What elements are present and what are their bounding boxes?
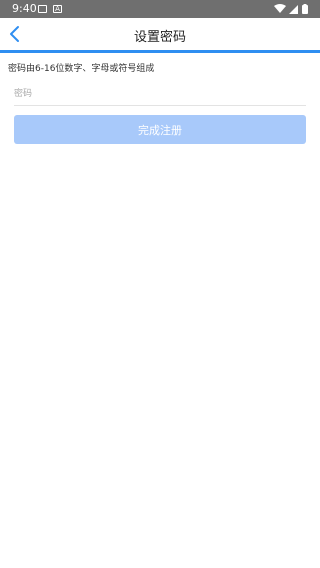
app-bar: 设置密码 (0, 18, 320, 50)
wifi-icon (274, 4, 286, 13)
status-time: 9:40 (12, 2, 37, 15)
battery-icon (302, 5, 308, 14)
status-bar: 9:40 (0, 0, 320, 18)
header-accent-divider (0, 50, 320, 53)
status-indicators (274, 4, 308, 14)
font-icon (53, 5, 62, 13)
password-input[interactable] (14, 82, 306, 106)
password-hint: 密码由6-16位数字、字母或符号组成 (8, 64, 155, 74)
complete-registration-button[interactable]: 完成注册 (14, 115, 306, 144)
signal-icon (289, 5, 298, 14)
page-title: 设置密码 (133, 30, 186, 45)
image-icon (38, 5, 47, 13)
